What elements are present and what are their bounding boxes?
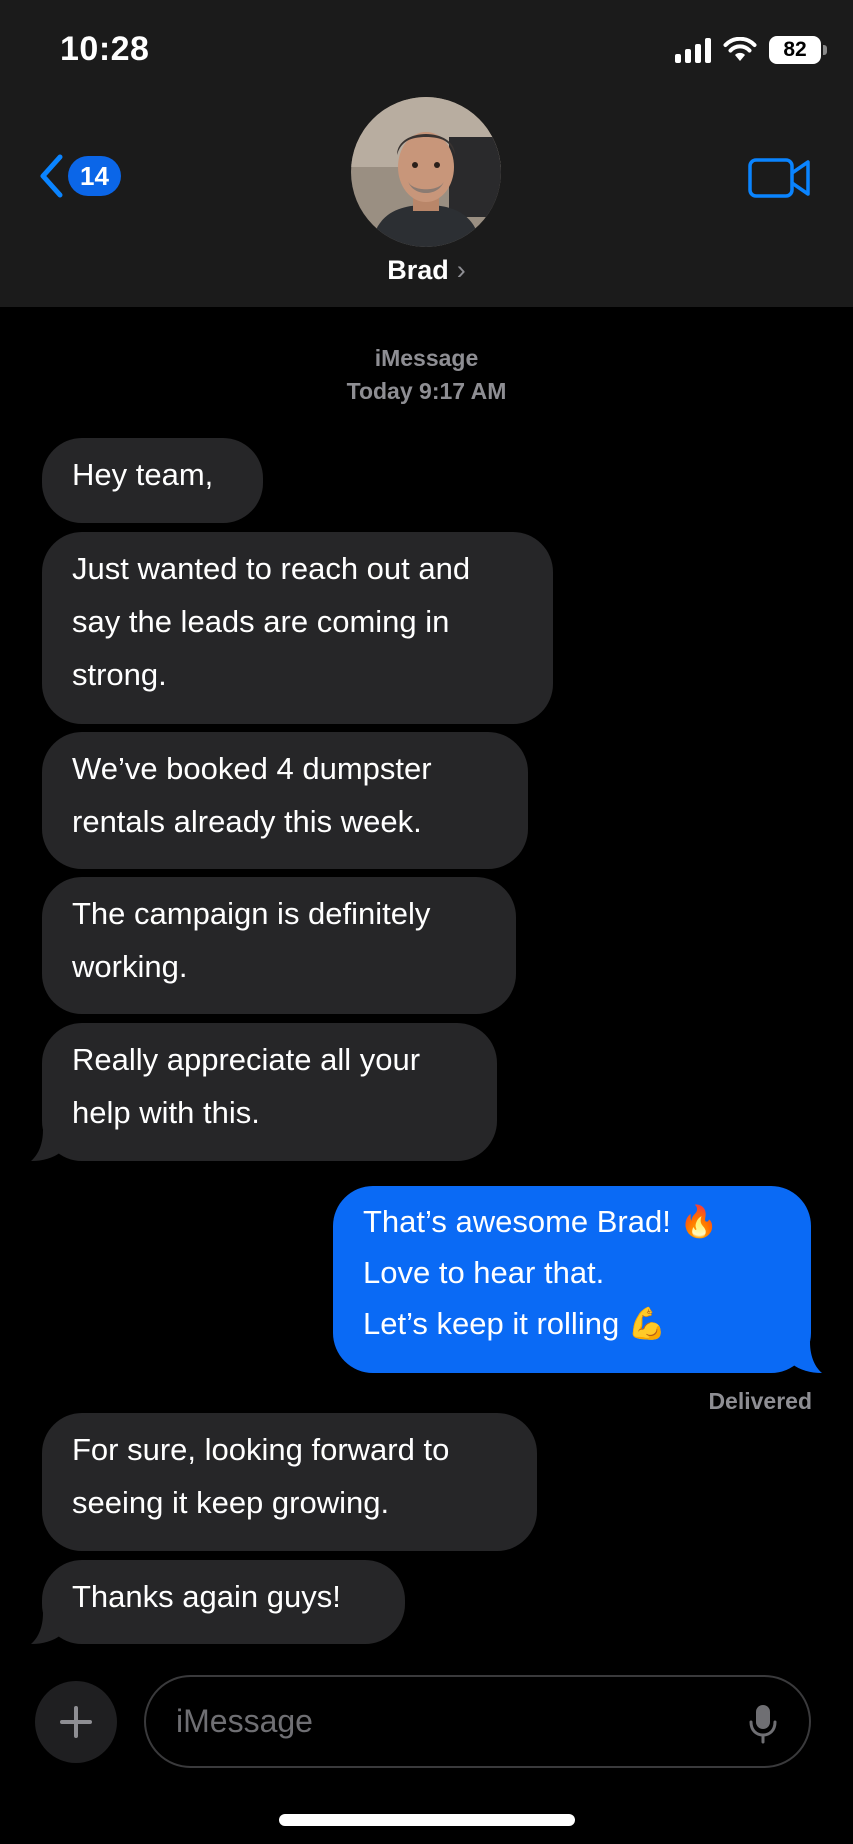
- wifi-icon: [723, 37, 757, 61]
- outgoing-line: Let’s keep it rolling 💪: [363, 1306, 667, 1341]
- signal-icon: [675, 37, 711, 63]
- avatar-photo: [351, 97, 501, 247]
- message-bubble-incoming[interactable]: Hey team,: [42, 438, 263, 523]
- status-time: 10:28: [60, 30, 150, 68]
- outgoing-line: Love to hear that.: [363, 1255, 605, 1290]
- message-bubble-incoming[interactable]: Really appreciate all your help with thi…: [42, 1023, 497, 1161]
- microphone-icon[interactable]: [749, 1703, 777, 1745]
- unread-badge: 14: [68, 156, 121, 196]
- back-chevron-icon: [40, 154, 63, 198]
- contact-name-button[interactable]: Brad ›: [0, 255, 853, 286]
- message-input[interactable]: [176, 1677, 716, 1766]
- service-label: iMessage: [374, 345, 479, 371]
- contact-avatar[interactable]: [351, 97, 501, 247]
- contact-name: Brad: [387, 255, 449, 285]
- message-bubble-incoming[interactable]: Just wanted to reach out and say the lea…: [42, 532, 553, 724]
- outgoing-line: That’s awesome Brad! 🔥: [363, 1204, 719, 1239]
- message-bubble-incoming[interactable]: The campaign is definitely working.: [42, 877, 516, 1014]
- conversation-header: 10:28 82 14 Brad ›: [0, 0, 853, 307]
- battery-icon: 82: [769, 36, 827, 64]
- thread-timestamp: Today 9:17 AM: [346, 378, 507, 404]
- bubble-tail: [31, 1613, 61, 1644]
- status-icons: 82: [675, 36, 827, 64]
- plus-icon: [60, 1706, 92, 1738]
- video-call-icon: [748, 158, 810, 198]
- bubble-tail: [31, 1130, 61, 1161]
- chevron-right-icon: ›: [456, 255, 466, 285]
- home-indicator[interactable]: [279, 1814, 575, 1826]
- message-bubble-outgoing[interactable]: That’s awesome Brad! 🔥 Love to hear that…: [333, 1186, 811, 1373]
- back-button[interactable]: 14: [38, 154, 121, 198]
- add-attachment-button[interactable]: [35, 1681, 117, 1763]
- bubble-tail: [792, 1342, 822, 1373]
- delivery-status: Delivered: [708, 1388, 812, 1414]
- message-bubble-incoming[interactable]: For sure, looking forward to seeing it k…: [42, 1413, 537, 1551]
- message-bubble-incoming[interactable]: Thanks again guys!: [42, 1560, 405, 1644]
- video-call-button[interactable]: [748, 157, 812, 204]
- message-input-container[interactable]: [144, 1675, 811, 1768]
- message-bubble-incoming[interactable]: We’ve booked 4 dumpster rentals already …: [42, 732, 528, 869]
